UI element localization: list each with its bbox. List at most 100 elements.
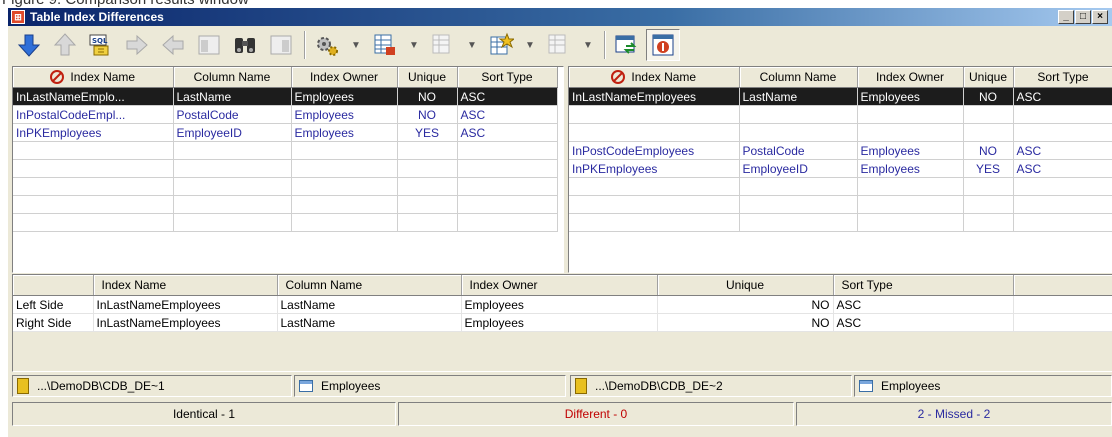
no-entry-icon bbox=[611, 70, 626, 85]
cell-sort-type bbox=[457, 141, 558, 160]
cell-unique: YES bbox=[397, 123, 458, 142]
detail-header-sort-type[interactable]: Sort Type bbox=[833, 275, 1014, 296]
column-header-column-name[interactable]: Column Name bbox=[173, 67, 292, 88]
cell-sort-type bbox=[457, 213, 558, 232]
table-disabled-dropdown[interactable]: ▼ bbox=[462, 29, 482, 61]
panel-button[interactable] bbox=[192, 29, 226, 61]
cell-index-name: InPostCodeEmployees bbox=[569, 141, 740, 160]
table-dropdown[interactable]: ▼ bbox=[404, 29, 424, 61]
identical-count[interactable]: Identical - 1 bbox=[12, 402, 396, 426]
left-table-pane[interactable]: Employees bbox=[294, 375, 566, 397]
cell-column-name: EmployeeID bbox=[173, 123, 292, 142]
table-row[interactable] bbox=[569, 213, 1112, 232]
cell-index-owner bbox=[291, 177, 398, 196]
move-right-button[interactable] bbox=[120, 29, 154, 61]
detail-header-index-owner[interactable]: Index Owner bbox=[461, 275, 658, 296]
cell-index-owner bbox=[291, 141, 398, 160]
move-up-button[interactable] bbox=[48, 29, 82, 61]
cell-index-name bbox=[13, 195, 174, 214]
table-star-dropdown[interactable]: ▼ bbox=[520, 29, 540, 61]
detail-row[interactable]: Left Side InLastNameEmployees LastName Empl… bbox=[13, 295, 1112, 314]
table-row[interactable] bbox=[13, 213, 558, 232]
find-button[interactable] bbox=[228, 29, 262, 61]
panel-alt-button[interactable] bbox=[264, 29, 298, 61]
column-header-index-owner[interactable]: Index Owner bbox=[857, 67, 964, 88]
cell-column-name: LastName bbox=[277, 295, 462, 314]
toolbar-separator bbox=[604, 31, 606, 59]
move-left-button[interactable] bbox=[156, 29, 190, 61]
cell-column-name bbox=[173, 177, 292, 196]
cell-sort-type bbox=[1013, 123, 1112, 142]
table-row[interactable] bbox=[13, 159, 558, 178]
table-row[interactable] bbox=[13, 195, 558, 214]
table-button[interactable] bbox=[368, 29, 402, 61]
table-row[interactable]: InPostalCodeEmpl... PostalCode Employees NO… bbox=[13, 105, 558, 124]
table-disabled-2-dropdown[interactable]: ▼ bbox=[578, 29, 598, 61]
table-row[interactable] bbox=[569, 195, 1112, 214]
column-header-sort-type[interactable]: Sort Type bbox=[1013, 67, 1112, 88]
table-row[interactable] bbox=[13, 177, 558, 196]
detail-header-index-name[interactable]: Index Name bbox=[93, 275, 278, 296]
cell-index-owner bbox=[291, 213, 398, 232]
sql-button[interactable]: SQL bbox=[84, 29, 118, 61]
table-row[interactable]: InPKEmployees EmployeeID Employees YES ASC bbox=[13, 123, 558, 142]
table-row[interactable]: InLastNameEmplo... LastName Employees NO ASC bbox=[13, 87, 558, 106]
table-row[interactable]: InPostCodeEmployees PostalCode Employees NO… bbox=[569, 141, 1112, 160]
sync-button[interactable] bbox=[610, 29, 644, 61]
cell-index-name: InPKEmployees bbox=[569, 159, 740, 178]
cell-column-name bbox=[173, 195, 292, 214]
no-entry-icon bbox=[50, 70, 65, 85]
column-header-unique[interactable]: Unique bbox=[397, 67, 458, 88]
right-db-pane[interactable]: ...\DemoDB\CDB_DE~2 bbox=[570, 375, 852, 397]
column-header-unique[interactable]: Unique bbox=[963, 67, 1014, 88]
detail-header-unique[interactable]: Unique bbox=[657, 275, 834, 296]
panel-alt-icon bbox=[270, 35, 292, 55]
left-db-pane[interactable]: ...\DemoDB\CDB_DE~1 bbox=[12, 375, 292, 397]
right-index-grid[interactable]: Index Name Column Name Index Owner Uniqu… bbox=[568, 66, 1112, 273]
cell-index-owner: Employees bbox=[291, 87, 398, 106]
cell-unique bbox=[963, 105, 1014, 124]
compare-button[interactable] bbox=[646, 29, 680, 61]
cell-index-name: InLastNameEmployees bbox=[93, 295, 278, 314]
table-star-button[interactable] bbox=[484, 29, 518, 61]
cell-sort-type: ASC bbox=[1013, 87, 1112, 106]
maximize-button[interactable]: □ bbox=[1075, 10, 1091, 24]
column-header-index-name[interactable]: Index Name bbox=[569, 67, 740, 88]
cell-column-name bbox=[173, 213, 292, 232]
cell-unique bbox=[963, 123, 1014, 142]
missed-count[interactable]: 2 - Missed - 2 bbox=[796, 402, 1112, 426]
table-row[interactable] bbox=[569, 123, 1112, 142]
different-count[interactable]: Different - 0 bbox=[398, 402, 794, 426]
move-down-button[interactable] bbox=[12, 29, 46, 61]
cell-index-name bbox=[569, 195, 740, 214]
settings-dropdown[interactable]: ▼ bbox=[346, 29, 366, 61]
column-header-column-name[interactable]: Column Name bbox=[739, 67, 858, 88]
cell-sort-type bbox=[1013, 177, 1112, 196]
table-row[interactable] bbox=[569, 177, 1112, 196]
cell-index-owner: Employees bbox=[857, 87, 964, 106]
table-row[interactable] bbox=[13, 141, 558, 160]
minimize-button[interactable]: _ bbox=[1058, 10, 1074, 24]
column-header-index-name[interactable]: Index Name bbox=[13, 67, 174, 88]
right-table-pane[interactable]: Employees bbox=[854, 375, 1112, 397]
left-index-grid[interactable]: Index Name Column Name Index Owner Uniqu… bbox=[12, 66, 564, 273]
detail-row[interactable]: Right Side InLastNameEmployees LastName Emp… bbox=[13, 313, 1112, 332]
close-button[interactable]: × bbox=[1092, 10, 1108, 24]
table-disabled-button[interactable] bbox=[426, 29, 460, 61]
cell-index-owner bbox=[857, 177, 964, 196]
table-row[interactable]: InPKEmployees EmployeeID Employees YES ASC bbox=[569, 159, 1112, 178]
right-db-path: ...\DemoDB\CDB_DE~2 bbox=[595, 379, 723, 393]
table-row[interactable]: InLastNameEmployees LastName Employees NO AS… bbox=[569, 87, 1112, 106]
title-bar[interactable]: ⊞ Table Index Differences _ □ × bbox=[8, 8, 1112, 26]
app-icon: ⊞ bbox=[11, 10, 25, 24]
settings-button[interactable] bbox=[310, 29, 344, 61]
cell-unique: NO bbox=[397, 87, 458, 106]
source-bar: ...\DemoDB\CDB_DE~1 Employees ...\DemoDB… bbox=[12, 375, 1112, 399]
dropdown-arrow-icon: ▼ bbox=[409, 39, 419, 51]
column-header-index-owner[interactable]: Index Owner bbox=[291, 67, 398, 88]
column-header-sort-type[interactable]: Sort Type bbox=[457, 67, 558, 88]
cell-unique: NO bbox=[657, 313, 834, 332]
table-disabled-2-button[interactable] bbox=[542, 29, 576, 61]
table-row[interactable] bbox=[569, 105, 1112, 124]
detail-header-column-name[interactable]: Column Name bbox=[277, 275, 462, 296]
